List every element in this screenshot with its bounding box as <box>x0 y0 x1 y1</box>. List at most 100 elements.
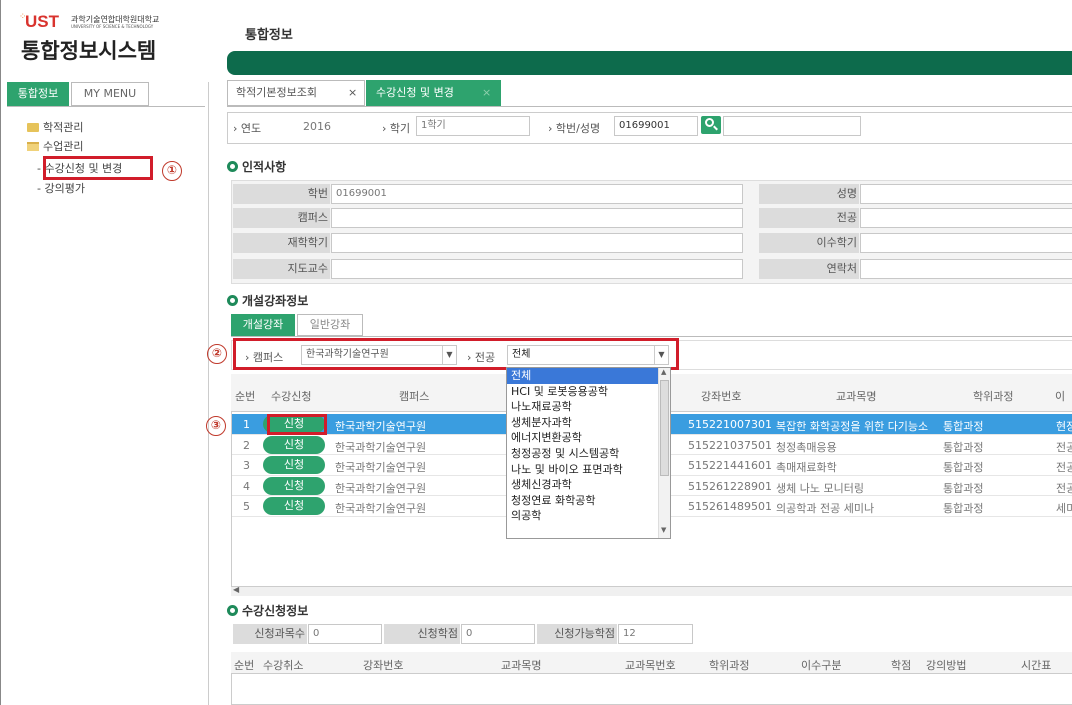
sidebar-tab-mymenu[interactable]: MY MENU <box>71 82 149 106</box>
dropdown-option[interactable]: 생체신경과학 <box>507 477 670 493</box>
tab-general-courses[interactable]: 일반강좌 <box>297 314 363 336</box>
folder-icon <box>27 123 39 132</box>
col-header-apply: 수강신청 <box>271 390 312 403</box>
label-student-id: 학번 <box>233 184 330 204</box>
dropdown-option[interactable]: 나노재료공학 <box>507 399 670 415</box>
cell-campus: 한국과학기술연구원 <box>335 461 427 474</box>
step-marker-1: ① <box>162 161 182 181</box>
cell-code: 515261228901 <box>688 479 772 493</box>
dropdown-option[interactable]: 생체분자과학 <box>507 415 670 431</box>
highlight-box-1 <box>43 156 153 180</box>
cell-campus: 한국과학기술연구원 <box>335 440 427 454</box>
scroll-left-icon[interactable]: ◀ <box>233 585 239 594</box>
dropdown-option[interactable]: 에너지변환공학 <box>507 430 670 446</box>
cell-code: 515221037501 <box>688 438 772 452</box>
value-advisor <box>331 259 743 279</box>
term-label: › 학기 <box>382 122 411 135</box>
cell-etc: 전공 <box>1056 440 1072 454</box>
value-campus <box>331 208 743 228</box>
scroll-down-icon[interactable]: ▼ <box>661 526 666 534</box>
cell-etc: 현장 <box>1056 420 1072 433</box>
cell-degree: 통합과정 <box>943 461 984 474</box>
label-major: 전공 <box>759 208 859 228</box>
highlight-box-3 <box>267 414 327 435</box>
apply-button[interactable]: 신청 <box>263 476 325 495</box>
value-name <box>860 184 1072 204</box>
tab-course-registration[interactable]: 수강신청 및 변경 × <box>366 80 501 106</box>
cell-campus: 한국과학기술연구원 <box>335 481 427 495</box>
value-course-count: 0 <box>308 624 382 644</box>
reg-col-header: 교과목명 <box>501 659 542 672</box>
cell-no: 2 <box>243 438 250 452</box>
dropdown-scrollbar[interactable]: ▲ ▼ <box>658 368 670 538</box>
tab-student-info[interactable]: 학적기본정보조회 × <box>227 80 365 106</box>
label-name: 성명 <box>759 184 859 204</box>
apply-button[interactable]: 신청 <box>263 456 325 474</box>
cell-no: 3 <box>243 459 250 472</box>
section-personal-title: 인적사항 <box>227 158 286 175</box>
year-value: 2016 <box>303 120 331 133</box>
step-marker-2: ② <box>207 344 227 364</box>
label-credits: 신청학점 <box>384 624 460 644</box>
dropdown-option-selected[interactable]: 전체 <box>507 368 658 384</box>
cell-subject: 청정촉매응용 <box>776 440 837 454</box>
sidebar-item-evaluation[interactable]: - 강의평가 <box>37 180 85 196</box>
logo-mark: UST <box>25 12 59 31</box>
cell-subject: 복잡한 화학공정을 위한 다기능소 <box>776 420 929 433</box>
value-completed <box>860 233 1072 253</box>
label-course-count: 신청과목수 <box>233 624 307 644</box>
sidebar-item-label: 학적관리 <box>43 121 84 134</box>
section-icon <box>227 605 238 616</box>
cell-no: 1 <box>243 418 250 431</box>
apply-button[interactable]: 신청 <box>263 435 325 454</box>
reg-col-header: 수강취소 <box>263 659 304 672</box>
major-dropdown-list: 전체 HCI 및 로봇응용공학 나노재료공학 생체분자과학 에너지변환공학 청정공정 및 … <box>506 367 671 539</box>
cell-code: 515221007301 <box>688 418 772 431</box>
cell-no: 5 <box>243 500 250 513</box>
sidebar-item-academic[interactable]: 학적관리 <box>27 119 83 135</box>
dropdown-option[interactable]: 청정공정 및 시스템공학 <box>507 446 670 462</box>
tab-label: 수강신청 및 변경 <box>376 86 454 99</box>
cell-subject: 촉매재료화학 <box>776 461 837 474</box>
sidebar-tab-integrated[interactable]: 통합정보 <box>7 82 69 106</box>
term-field[interactable]: 1학기 <box>416 116 530 136</box>
tab-open-courses[interactable]: 개설강좌 <box>231 314 295 336</box>
col-header-no: 순번 <box>235 390 256 403</box>
dropdown-option[interactable]: 의공학 <box>507 508 670 524</box>
cell-degree: 통합과정 <box>943 502 984 515</box>
reg-col-header: 강좌번호 <box>363 659 404 672</box>
dropdown-option[interactable]: 청정연료 화학공학 <box>507 493 670 509</box>
search-button[interactable] <box>701 116 721 134</box>
year-label: › 연도 <box>233 122 262 135</box>
cell-code: 515261489501 <box>688 500 772 513</box>
scroll-up-icon[interactable]: ▲ <box>661 368 666 376</box>
reg-col-header: 학점 <box>891 659 912 672</box>
cell-no: 4 <box>243 479 250 493</box>
label-semester: 재학학기 <box>233 233 330 253</box>
dropdown-option[interactable]: HCI 및 로봇응용공학 <box>507 384 670 400</box>
cell-subject: 생체 나노 모니터링 <box>776 481 864 495</box>
close-icon[interactable]: × <box>348 81 357 105</box>
col-header-degree: 학위과정 <box>973 390 1014 403</box>
tab-label: 학적기본정보조회 <box>236 86 317 99</box>
name-field[interactable] <box>723 116 861 136</box>
value-student-id: 01699001 <box>331 184 743 204</box>
reg-col-header: 시간표 <box>1021 659 1052 672</box>
cell-code: 515221441601 <box>688 459 772 472</box>
label-contact: 연락처 <box>759 259 859 279</box>
horizontal-scrollbar[interactable]: ◀ <box>231 585 1072 596</box>
cell-campus: 한국과학기술연구원 <box>335 420 427 433</box>
col-header-code: 강좌번호 <box>701 390 742 403</box>
close-icon[interactable]: × <box>482 80 491 106</box>
id-field[interactable]: 01699001 <box>614 116 698 136</box>
cell-subject: 의공학과 전공 세미나 <box>776 502 875 515</box>
apply-button[interactable]: 신청 <box>263 497 325 515</box>
highlight-box-2 <box>233 338 679 370</box>
value-major <box>860 208 1072 228</box>
cell-degree: 통합과정 <box>943 481 984 495</box>
sidebar-item-class[interactable]: 수업관리 <box>27 138 83 154</box>
id-label: › 학번/성명 <box>548 122 601 135</box>
label-available-credits: 신청가능학점 <box>537 624 617 644</box>
value-semester <box>331 233 743 253</box>
dropdown-option[interactable]: 나노 및 바이오 표면과학 <box>507 462 670 478</box>
